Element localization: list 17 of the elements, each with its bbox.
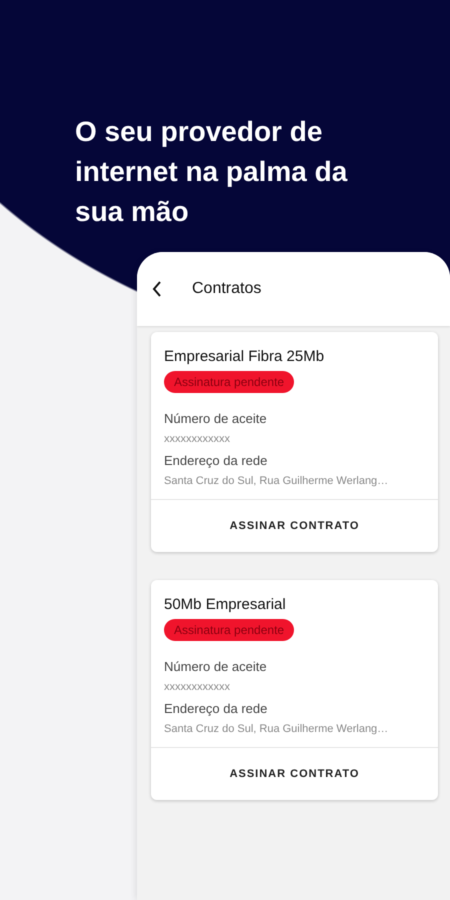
status-badge: Assinatura pendente bbox=[164, 619, 294, 641]
status-badge: Assinatura pendente bbox=[164, 371, 294, 393]
field-value: xxxxxxxxxxxx bbox=[164, 433, 231, 445]
field-value: Santa Cruz do Sul, Rua Guilherme Werlang… bbox=[164, 723, 390, 735]
field-label: Endereço da rede bbox=[164, 701, 268, 716]
field-value: Santa Cruz do Sul, Rua Guilherme Werlang… bbox=[164, 475, 390, 487]
field-label: Número de aceite bbox=[164, 659, 268, 674]
field-label: Endereço da rede bbox=[164, 453, 268, 468]
sign-contract-button[interactable]: ASSINAR CONTRATO bbox=[214, 500, 376, 552]
field-value: xxxxxxxxxxxx bbox=[164, 681, 231, 693]
contract-name: Empresarial Fibra 25Mb bbox=[164, 348, 326, 365]
headline: O seu provedor de internet na palma da sua mão bbox=[75, 115, 348, 229]
contract-name: 50Mb Empresarial bbox=[164, 596, 287, 613]
back-icon[interactable] bbox=[152, 281, 162, 297]
field-label: Número de aceite bbox=[164, 411, 268, 426]
screen-title: Contratos bbox=[192, 280, 262, 298]
sign-contract-button[interactable]: ASSINAR CONTRATO bbox=[214, 748, 376, 800]
